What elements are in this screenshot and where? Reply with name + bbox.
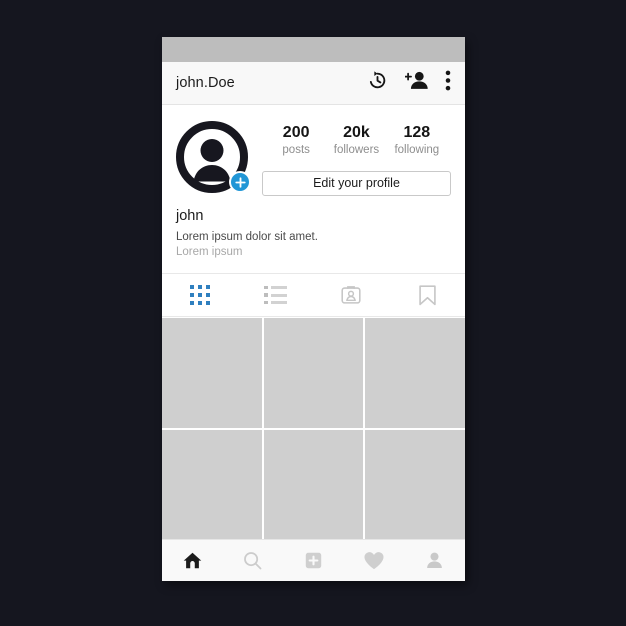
photo-tile-3[interactable] <box>365 318 465 428</box>
screen-background: john.Doe 200 posts 20k followers 128 fol… <box>0 0 626 626</box>
stat-followers-label: followers <box>333 144 380 156</box>
tagged-photo-icon <box>341 286 361 304</box>
tab-saved[interactable] <box>389 274 465 316</box>
bio-display-name: john <box>176 208 204 224</box>
header-username: john.Doe <box>176 75 235 91</box>
status-bar <box>162 37 465 62</box>
add-square-icon <box>305 552 322 569</box>
phone-mockup: john.Doe 200 posts 20k followers 128 fol… <box>162 37 465 581</box>
profile-tab-strip <box>162 273 465 317</box>
nav-activity[interactable] <box>344 550 405 571</box>
photo-tile-4[interactable] <box>162 429 262 539</box>
photo-grid <box>162 317 465 539</box>
tab-list[interactable] <box>238 274 314 316</box>
profile-bio: john Lorem ipsum dolor sit amet. Lorem i… <box>162 196 465 260</box>
header-icon-group <box>367 70 451 96</box>
stat-following-value: 128 <box>403 124 431 141</box>
bookmark-icon <box>418 284 436 305</box>
bio-line-2: Lorem ipsum <box>176 246 243 258</box>
stat-followers-value: 20k <box>343 124 370 141</box>
overflow-menu-icon[interactable] <box>445 70 451 96</box>
photo-tile-1[interactable] <box>162 318 262 428</box>
photo-tile-6[interactable] <box>365 429 465 539</box>
bio-line-1: Lorem ipsum dolor sit amet. <box>176 231 318 243</box>
profile-stats-and-actions: 200 posts 20k followers 128 following Ed… <box>248 119 451 196</box>
avatar[interactable] <box>176 121 251 193</box>
heart-icon <box>364 552 384 570</box>
tab-tagged[interactable] <box>314 274 390 316</box>
list-icon <box>264 285 287 305</box>
stat-posts[interactable]: 200 posts <box>269 123 323 158</box>
grid-icon <box>189 285 210 305</box>
add-person-icon[interactable] <box>404 70 428 96</box>
nav-search[interactable] <box>223 550 284 571</box>
photo-tile-2[interactable] <box>263 318 364 428</box>
home-icon <box>183 552 202 569</box>
nav-profile[interactable] <box>404 550 465 571</box>
stat-followers[interactable]: 20k followers <box>329 123 383 158</box>
history-icon[interactable] <box>367 70 388 96</box>
stat-posts-label: posts <box>282 144 310 156</box>
edit-profile-button[interactable]: Edit your profile <box>262 171 451 196</box>
stat-posts-value: 200 <box>282 124 310 141</box>
tab-grid[interactable] <box>162 274 238 316</box>
plus-icon <box>234 176 246 188</box>
nav-add[interactable] <box>283 550 344 571</box>
stats-row: 200 posts 20k followers 128 following <box>262 123 451 158</box>
nav-home[interactable] <box>162 550 223 571</box>
stat-following[interactable]: 128 following <box>390 123 444 158</box>
search-icon <box>244 552 262 570</box>
app-header: john.Doe <box>162 62 465 105</box>
stat-following-label: following <box>394 144 440 156</box>
photo-tile-5[interactable] <box>263 429 364 539</box>
profile-header-row: 200 posts 20k followers 128 following Ed… <box>162 119 465 196</box>
bottom-navigation-bar <box>162 539 465 581</box>
add-story-badge[interactable] <box>229 171 251 193</box>
person-icon <box>427 552 443 569</box>
profile-section: 200 posts 20k followers 128 following Ed… <box>162 105 465 317</box>
